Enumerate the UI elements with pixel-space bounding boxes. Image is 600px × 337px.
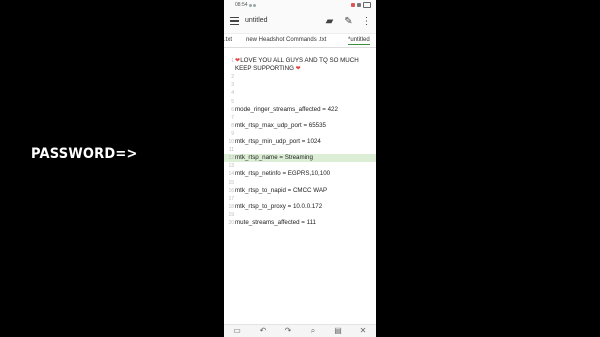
signal-icon (357, 3, 361, 7)
close-icon[interactable]: ✕ (358, 326, 368, 336)
undo-icon[interactable]: ↶ (258, 326, 268, 336)
line-text: mtk_rtsp_min_udp_port = 1024 (235, 138, 321, 145)
document-title: untitled (245, 17, 268, 24)
text-editor[interactable]: 1 ❤LOVE YOU ALL GUYS AND TQ SO MUCH KEEP S… (224, 48, 376, 323)
tab-headshot-commands[interactable]: new Headshot Commands .txt (246, 37, 326, 43)
editor-line[interactable]: KEEP SUPPORTING ❤ (224, 65, 376, 73)
editor-line[interactable]: 5 (224, 98, 376, 106)
line-text: mtk_rtsp_max_udp_port = 65535 (235, 121, 326, 129)
heart-icon: ❤ (235, 57, 241, 64)
bottom-toolbar: ▭ ↶ ↷ ⌕ ▤ ✕ (224, 324, 376, 337)
line-number: 2 (231, 74, 234, 81)
line-number: 6 (231, 106, 234, 113)
folder-icon[interactable]: ▭ (232, 326, 242, 336)
line-number: 20 (228, 220, 234, 226)
line-number: 1 (231, 58, 234, 64)
line-text: mute_streams_affected = 111 (235, 219, 317, 226)
status-bar: 08:54 (224, 0, 376, 11)
save-icon[interactable]: ▤ (333, 326, 343, 336)
editor-line[interactable]: 11 (224, 146, 376, 154)
editor-line[interactable]: 12 mtk_rtsp_name = Streaming (224, 154, 376, 163)
line-text: mtk_rtsp_to_napid = CMCC WAP (235, 186, 328, 194)
line-number: 14 (228, 171, 234, 178)
status-time: 08:54 (235, 2, 248, 8)
file-tabs: .txt new Headshot Commands .txt *untitle… (224, 34, 376, 48)
battery-icon (363, 2, 371, 8)
line-number: 15 (228, 179, 234, 186)
editor-line[interactable]: 13 (224, 162, 376, 170)
editor-line[interactable]: 10 mtk_rtsp_min_udp_port = 1024 (224, 138, 376, 146)
status-right-icons (351, 2, 371, 8)
editor-line[interactable]: 15 (224, 179, 376, 187)
password-overlay-text: PASSWORD=> (31, 146, 138, 162)
notification-icon (351, 3, 355, 7)
line-number: 18 (228, 203, 234, 210)
editor-line[interactable]: 3 (224, 81, 376, 89)
editor-line[interactable]: 9 (224, 130, 376, 138)
app-toolbar: untitled ▰ ✎ ⋮ (224, 11, 376, 34)
line-text: mtk_rtsp_netinfo = EGPRS,10,100 (235, 170, 331, 178)
line-number: 16 (228, 187, 234, 194)
line-number: 5 (231, 98, 234, 105)
line-number: 3 (231, 82, 234, 89)
line-number: 12 (228, 155, 234, 162)
editor-line[interactable]: 2 (224, 73, 376, 81)
editor-line[interactable]: 1 ❤LOVE YOU ALL GUYS AND TQ SO MUCH (224, 57, 376, 65)
notification-icons (249, 3, 261, 7)
line-number: 11 (228, 147, 234, 154)
tab-txt[interactable]: .txt (224, 37, 232, 43)
line-text: mtk_rtsp_to_proxy = 10.0.0.172 (235, 202, 323, 210)
redo-icon[interactable]: ↷ (283, 326, 293, 336)
heart-icon: ❤ (295, 65, 301, 73)
line-number: 9 (231, 130, 234, 137)
editor-line[interactable]: 7 (224, 114, 376, 122)
pencil-icon[interactable]: ✎ (343, 16, 354, 27)
line-number: 13 (228, 163, 234, 170)
more-vertical-icon[interactable]: ⋮ (361, 16, 372, 27)
line-number: 17 (228, 195, 234, 202)
editor-line[interactable]: 16 mtk_rtsp_to_napid = CMCC WAP (224, 187, 376, 195)
editor-line[interactable]: 6 mode_ringer_streams_affected = 422 (224, 106, 376, 114)
line-number: 8 (231, 122, 234, 129)
editor-line[interactable]: 8 mtk_rtsp_max_udp_port = 65535 (224, 122, 376, 130)
line-number: 19 (228, 211, 234, 218)
line-number: 4 (231, 90, 234, 97)
search-icon[interactable]: ⌕ (308, 326, 318, 336)
editor-line[interactable]: 20 mute_streams_affected = 111 (224, 219, 376, 227)
line-text: mtk_rtsp_name = Streaming (235, 154, 313, 162)
editor-line[interactable]: 18 mtk_rtsp_to_proxy = 10.0.0.172 (224, 203, 376, 211)
phone-screen: 08:54 untitled ▰ ✎ ⋮ .txt new Headshot C… (224, 0, 376, 337)
folder-icon[interactable]: ▰ (324, 16, 335, 27)
line-text: KEEP SUPPORTING ❤ (235, 65, 301, 73)
editor-line[interactable]: 19 (224, 211, 376, 219)
line-number: 7 (231, 114, 234, 121)
line-number: 10 (228, 139, 234, 145)
editor-line[interactable]: 14 mtk_rtsp_netinfo = EGPRS,10,100 (224, 170, 376, 178)
editor-line[interactable]: 17 (224, 195, 376, 203)
menu-icon[interactable] (230, 17, 239, 26)
editor-line[interactable]: 4 (224, 89, 376, 97)
line-text: ❤LOVE YOU ALL GUYS AND TQ SO MUCH (235, 57, 359, 64)
line-text: mode_ringer_streams_affected = 422 (235, 105, 338, 113)
tab-untitled[interactable]: *untitled (348, 37, 370, 45)
